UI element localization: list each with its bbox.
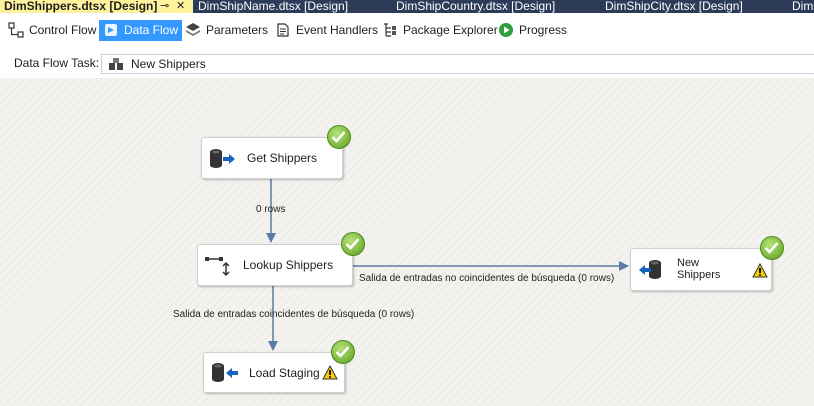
tab-label: Data Flow <box>124 23 179 37</box>
designer-tab-bar: Control Flow Data Flow Parameters Event … <box>0 14 814 46</box>
data-flow-design-surface[interactable]: Get Shippers 0 rows Lookup Shippers Sali… <box>0 78 814 406</box>
data-paths <box>266 178 629 351</box>
tab-package-explorer[interactable]: Package Explorer <box>378 20 502 41</box>
lookup-icon <box>205 257 230 277</box>
doc-tab-dimshipname[interactable]: DimShipName.dtsx [Design] <box>198 0 378 13</box>
pin-icon[interactable]: ⊸ <box>160 0 169 12</box>
destination-icon <box>212 363 238 382</box>
doc-tab-dimshipcity[interactable]: DimShipCity.dtsx [Design] <box>605 0 785 13</box>
progress-icon <box>499 22 513 37</box>
tab-event-handlers[interactable]: Event Handlers <box>271 20 382 41</box>
tab-parameters[interactable]: Parameters <box>181 20 272 41</box>
doc-tab-overflow[interactable]: Dim <box>792 0 814 13</box>
warning-icon[interactable] <box>752 263 768 278</box>
path-label-match: Salida de entradas coincidentes de búsqu… <box>173 309 415 320</box>
tab-label: Package Explorer <box>403 23 498 37</box>
destination-icon <box>639 260 661 279</box>
source-icon <box>210 149 235 168</box>
component-label: New Shippers <box>677 257 721 281</box>
component-label: Get Shippers <box>247 151 318 165</box>
success-check-icon <box>331 340 355 364</box>
component-new-shippers[interactable]: New Shippers <box>630 248 772 291</box>
task-selector-row: Data Flow Task: New Shippers <box>0 50 814 77</box>
data-flow-icon <box>105 23 117 36</box>
component-lookup-shippers[interactable]: Lookup Shippers <box>197 244 353 286</box>
tab-label: Progress <box>519 23 568 37</box>
event-handlers-icon <box>277 23 289 37</box>
tab-label: Parameters <box>206 23 269 37</box>
success-check-icon <box>760 236 784 260</box>
data-flow-task-icon <box>109 58 123 70</box>
path-label-rows: 0 rows <box>256 204 286 215</box>
component-label: Load Staging <box>249 366 320 380</box>
doc-tab-label: DimShippers.dtsx [Design] <box>4 0 158 13</box>
component-load-staging[interactable]: Load Staging <box>203 352 345 393</box>
task-value: New Shippers <box>131 57 206 71</box>
doc-tab-dimshipcountry[interactable]: DimShipCountry.dtsx [Design] <box>396 0 596 13</box>
success-check-icon <box>341 232 365 256</box>
close-icon[interactable]: ✕ <box>176 0 185 12</box>
component-label: Lookup Shippers <box>243 258 334 272</box>
tab-progress[interactable]: Progress <box>494 20 571 41</box>
tab-control-flow[interactable]: Control Flow <box>4 20 100 41</box>
tab-label: Control Flow <box>29 23 97 37</box>
document-tab-strip: DimShippers.dtsx [Design] ⊸ ✕ DimShipNam… <box>0 0 814 13</box>
success-check-icon <box>327 125 351 149</box>
tab-data-flow[interactable]: Data Flow <box>99 20 183 41</box>
component-get-shippers[interactable]: Get Shippers <box>201 137 343 179</box>
package-explorer-icon <box>384 23 396 37</box>
path-label-no-match: Salida de entradas no coincidentes de bú… <box>359 273 615 284</box>
doc-tab-dimshippers[interactable]: DimShippers.dtsx [Design] ⊸ ✕ <box>0 0 193 13</box>
task-label: Data Flow Task: <box>14 56 100 70</box>
tab-label: Event Handlers <box>296 23 379 37</box>
data-flow-task-select[interactable]: New Shippers <box>101 54 814 74</box>
control-flow-icon <box>8 22 24 38</box>
parameters-icon <box>186 22 200 36</box>
warning-icon[interactable] <box>322 365 338 380</box>
